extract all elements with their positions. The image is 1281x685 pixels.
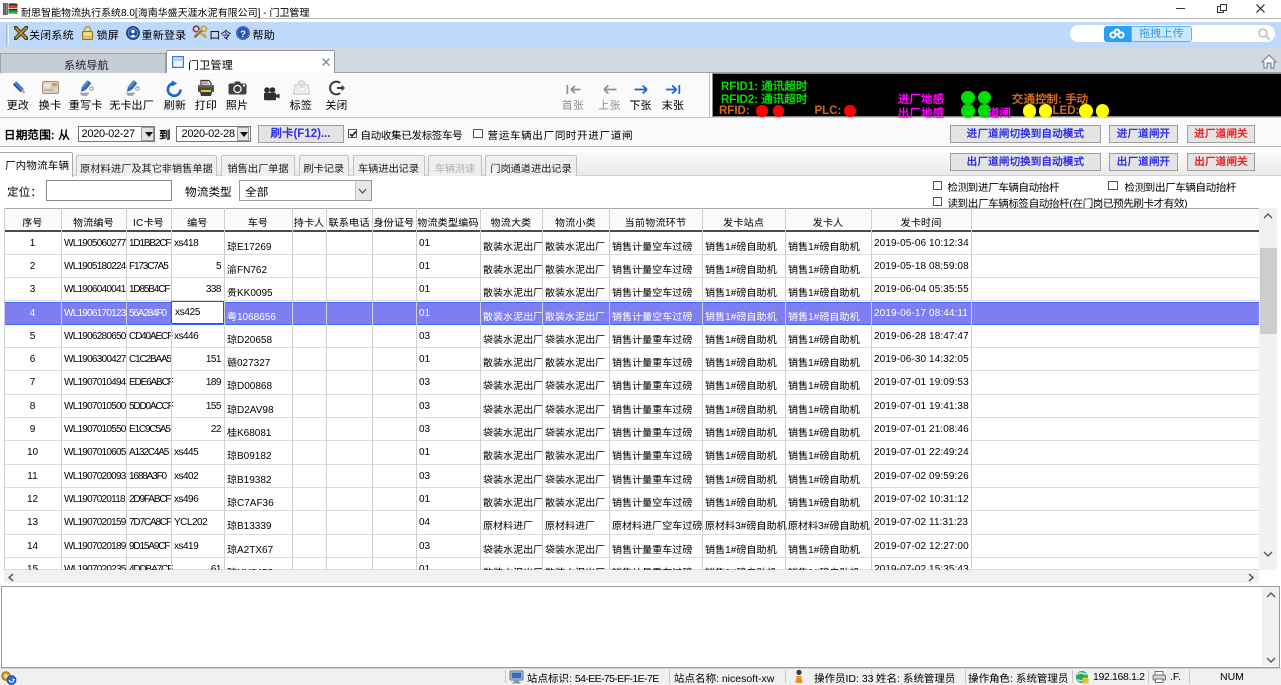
svg-text:?: ? [240, 29, 246, 40]
